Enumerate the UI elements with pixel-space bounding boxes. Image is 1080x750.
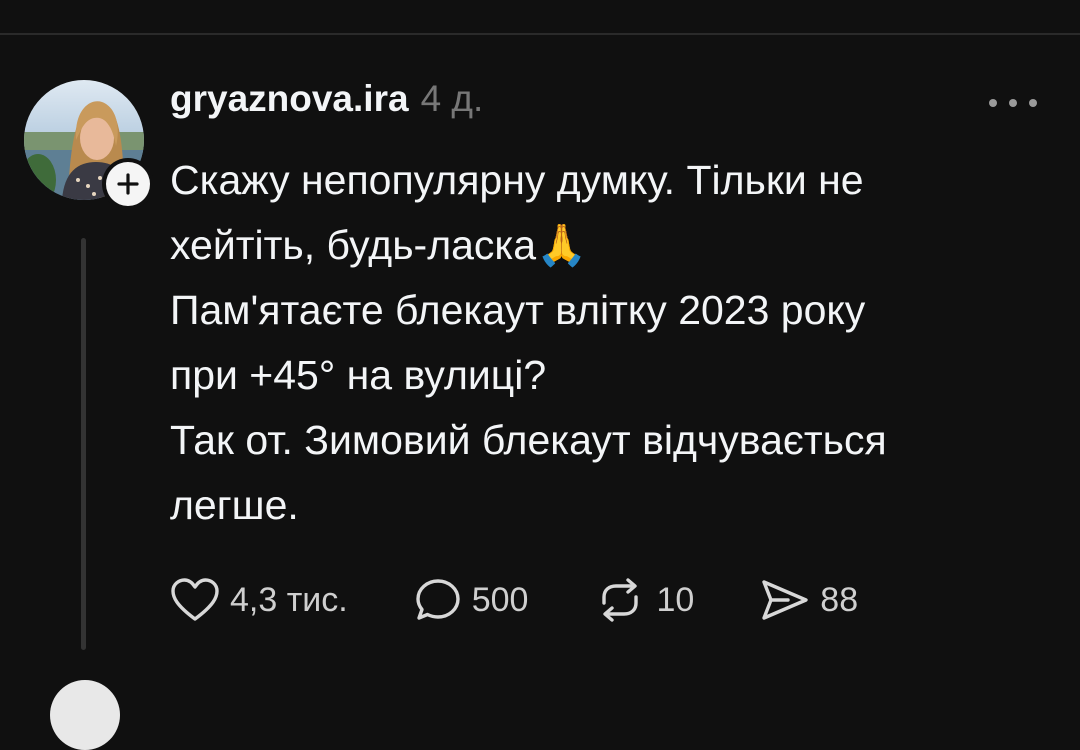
more-horizontal-icon-dot	[1009, 99, 1017, 107]
thread-line	[81, 238, 86, 650]
timestamp: 4 д.	[420, 78, 484, 119]
send-icon	[762, 580, 808, 620]
repost-button[interactable]: 10	[594, 577, 694, 623]
repost-icon	[602, 578, 639, 622]
top-divider	[0, 33, 1080, 35]
more-horizontal-icon-dot	[989, 99, 997, 107]
action-bar: 4,3 тис. 500 10 88	[170, 570, 858, 630]
follow-button[interactable]	[102, 158, 154, 210]
follow-button-circle	[106, 162, 150, 206]
share-count: 88	[820, 580, 859, 619]
repost-count: 10	[656, 580, 695, 619]
comment-count: 500	[471, 580, 529, 619]
comment-button[interactable]: 500	[414, 577, 529, 623]
plus-icon	[117, 173, 139, 195]
post-header: gryaznova.ira 4 д.	[170, 78, 483, 128]
more-horizontal-icon-dot	[1029, 99, 1037, 107]
post-text: Скажу непопулярну думку. Тільки не хейті…	[170, 157, 887, 528]
comment-bubble-icon	[416, 579, 460, 620]
heart-icon	[171, 578, 219, 621]
like-count: 4,3 тис.	[230, 580, 348, 619]
next-post-avatar[interactable]	[50, 680, 120, 750]
username[interactable]: gryaznova.ira	[170, 78, 409, 120]
more-options-button[interactable]	[985, 88, 1041, 118]
like-button[interactable]: 4,3 тис.	[170, 577, 348, 623]
share-button[interactable]: 88	[760, 577, 858, 623]
